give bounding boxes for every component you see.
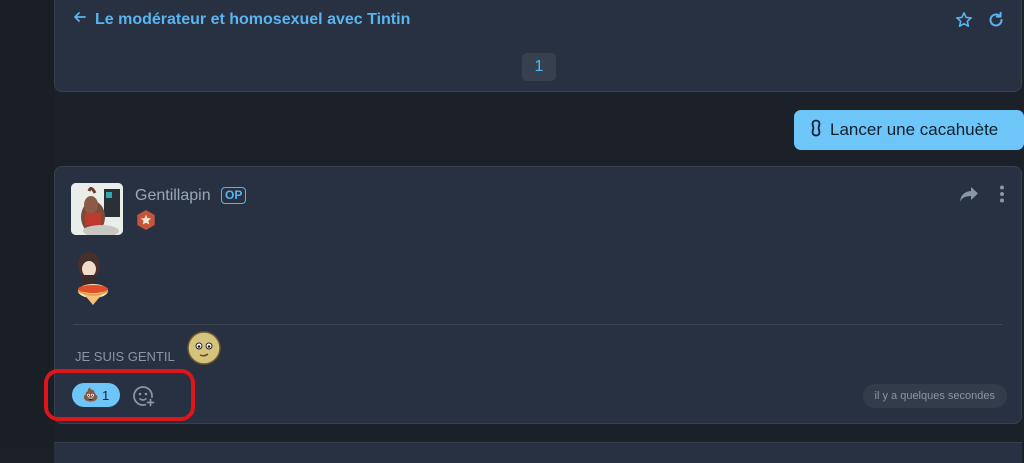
add-reaction-icon[interactable] <box>131 383 157 409</box>
reaction-button[interactable]: 💩 1 <box>72 383 120 407</box>
next-post-card <box>54 442 1022 463</box>
share-icon[interactable] <box>959 185 979 203</box>
refresh-icon[interactable] <box>987 11 1005 29</box>
star-icon[interactable] <box>955 11 973 29</box>
post-divider <box>73 324 1003 325</box>
peanut-icon <box>810 119 822 142</box>
pagination-page-button[interactable]: 1 <box>522 53 556 81</box>
topic-title[interactable]: Le modérateur et homosexuel avec Tintin <box>95 11 410 29</box>
left-strip <box>0 0 54 448</box>
post-timestamp: il y a quelques secondes <box>862 384 1007 408</box>
post-text: JE SUIS GENTIL <box>75 349 175 364</box>
launch-peanut-button[interactable]: Lancer une cacahuète <box>794 110 1024 150</box>
post-username[interactable]: Gentillapin <box>135 187 211 205</box>
reaction-count: 1 <box>101 387 110 403</box>
launch-peanut-label: Lancer une cacahuète <box>830 120 999 139</box>
post-card: Gentillapin OP JE SUIS GENTIL 💩 1 il y a… <box>54 166 1022 424</box>
reaction-emoji: 💩 <box>82 387 99 402</box>
more-vertical-icon[interactable] <box>999 185 1005 203</box>
star-badge-icon <box>135 209 157 231</box>
topic-title-link[interactable]: Le modérateur et homosexuel avec Tintin <box>73 10 410 29</box>
sticker-image <box>73 247 113 309</box>
op-badge: OP <box>221 187 247 204</box>
avatar[interactable] <box>71 183 123 235</box>
smiley-sticker-icon <box>187 331 221 365</box>
topic-header-card: Le modérateur et homosexuel avec Tintin … <box>54 0 1022 92</box>
arrow-left-icon[interactable] <box>73 10 87 29</box>
